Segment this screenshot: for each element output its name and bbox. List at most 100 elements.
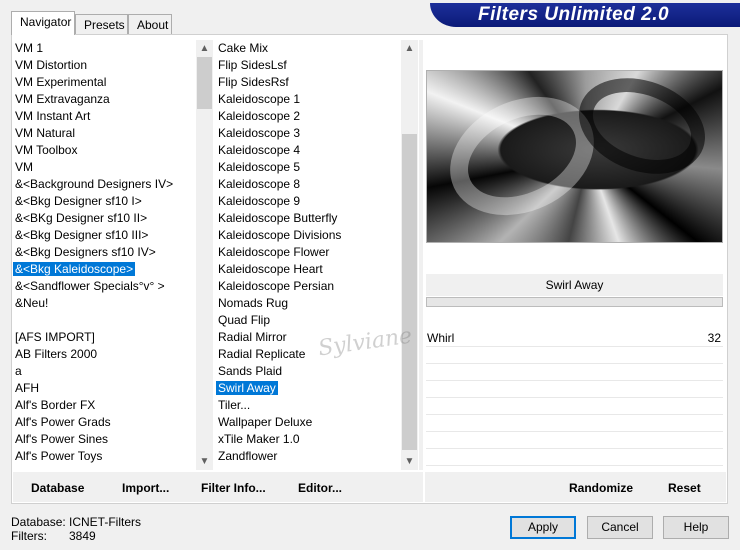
list-item-label: Kaleidoscope 8 bbox=[218, 177, 301, 191]
preview-swirl bbox=[565, 61, 719, 191]
category-list-item[interactable]: Alf's Power Sines bbox=[13, 431, 110, 448]
list-item-label: &Neu! bbox=[15, 296, 49, 310]
scroll-thumb[interactable] bbox=[402, 134, 417, 450]
list-item-label: Alf's Power Sines bbox=[15, 432, 108, 446]
filter-list-item[interactable]: Kaleidoscope 5 bbox=[216, 159, 302, 176]
list-item-label: Kaleidoscope 9 bbox=[218, 194, 301, 208]
category-list-item[interactable]: Alf's Power Grads bbox=[13, 414, 113, 431]
category-list-item[interactable]: VM Extravaganza bbox=[13, 91, 112, 108]
scroll-down-icon[interactable]: ▼ bbox=[196, 453, 213, 470]
filter-list-item[interactable]: Kaleidoscope Butterfly bbox=[216, 210, 339, 227]
filter-list-item[interactable]: Kaleidoscope Divisions bbox=[216, 227, 343, 244]
filter-list-item[interactable]: Quad Flip bbox=[216, 312, 272, 329]
list-item-label: &<Bkg Designers sf10 IV> bbox=[15, 245, 156, 259]
category-list-item[interactable] bbox=[13, 312, 17, 329]
filter-list-item[interactable]: Wallpaper Deluxe bbox=[216, 414, 314, 431]
category-list-item[interactable]: Alf's Power Toys bbox=[13, 448, 104, 465]
database-button[interactable]: Database bbox=[31, 480, 84, 496]
category-list-item[interactable]: VM 1 bbox=[13, 40, 45, 57]
filter-list-item[interactable]: Radial Replicate bbox=[216, 346, 307, 363]
list-item-label: Kaleidoscope Flower bbox=[218, 245, 330, 259]
filter-list-item[interactable]: Swirl Away bbox=[216, 380, 279, 397]
category-list-item[interactable]: VM Distortion bbox=[13, 57, 89, 74]
category-list[interactable]: VM 1 VM Distortion VM Experimental VM Extra… bbox=[13, 40, 196, 470]
filter-info-button[interactable]: Filter Info... bbox=[201, 480, 266, 496]
category-list-item[interactable]: &<BKg Designer sf10 II> bbox=[13, 210, 149, 227]
category-list-item[interactable]: &<Background Designers IV> bbox=[13, 176, 175, 193]
database-label: Database: bbox=[11, 515, 66, 529]
apply-button[interactable]: Apply bbox=[510, 516, 576, 539]
filter-list-item[interactable]: Kaleidoscope Flower bbox=[216, 244, 331, 261]
category-scrollbar[interactable]: ▲ ▼ bbox=[196, 40, 213, 470]
category-list-item[interactable]: AFH bbox=[13, 380, 41, 397]
category-list-item[interactable]: &<Sandflower Specials°v° > bbox=[13, 278, 167, 295]
category-list-item[interactable]: a bbox=[13, 363, 24, 380]
filter-list-item[interactable]: Tiler... bbox=[216, 397, 252, 414]
filter-list-item[interactable]: Flip SidesRsf bbox=[216, 74, 291, 91]
filter-list-item[interactable]: Radial Mirror bbox=[216, 329, 289, 346]
filter-list-item[interactable]: Zandflower bbox=[216, 448, 279, 465]
tab-presets[interactable]: Presets bbox=[75, 14, 128, 34]
category-list-item[interactable]: VM Instant Art bbox=[13, 108, 92, 125]
editor-button[interactable]: Editor... bbox=[298, 480, 342, 496]
category-list-item[interactable]: &<Bkg Designers sf10 IV> bbox=[13, 244, 158, 261]
filter-list-item[interactable]: Kaleidoscope Heart bbox=[216, 261, 325, 278]
parameter-value[interactable]: 32 bbox=[708, 330, 721, 346]
filter-list-item[interactable]: Cake Mix bbox=[216, 40, 270, 57]
scroll-up-icon[interactable]: ▲ bbox=[196, 40, 213, 57]
list-item-label: Nomads Rug bbox=[218, 296, 289, 310]
filter-list-item[interactable]: Kaleidoscope 2 bbox=[216, 108, 302, 125]
category-list-item[interactable]: &<Bkg Kaleidoscope> bbox=[13, 261, 137, 278]
filter-list-item[interactable]: Kaleidoscope 1 bbox=[216, 91, 302, 108]
list-item-label: VM Extravaganza bbox=[15, 92, 110, 106]
scroll-up-icon[interactable]: ▲ bbox=[401, 40, 418, 57]
category-list-item[interactable]: AB Filters 2000 bbox=[13, 346, 99, 363]
app-title-banner: Filters Unlimited 2.0 bbox=[430, 3, 740, 27]
list-item-label: VM 1 bbox=[15, 41, 44, 55]
filter-list-item[interactable]: Flip SidesLsf bbox=[216, 57, 289, 74]
filter-list-item[interactable]: Kaleidoscope Persian bbox=[216, 278, 336, 295]
parameter-row-empty bbox=[426, 364, 723, 381]
list-item-label: Radial Replicate bbox=[218, 347, 306, 361]
category-list-item[interactable]: VM Natural bbox=[13, 125, 77, 142]
filter-list-item[interactable]: xTile Maker 1.0 bbox=[216, 431, 302, 448]
list-item-label: Kaleidoscope 5 bbox=[218, 160, 301, 174]
category-list-item[interactable]: Alf's Border FX bbox=[13, 397, 97, 414]
category-list-item[interactable]: VM Experimental bbox=[13, 74, 108, 91]
category-list-item[interactable]: &Neu! bbox=[13, 295, 50, 312]
import-button[interactable]: Import... bbox=[122, 480, 169, 496]
list-item-label: xTile Maker 1.0 bbox=[218, 432, 300, 446]
filters-count-value: 3849 bbox=[69, 529, 96, 543]
tab-about[interactable]: About bbox=[128, 14, 172, 34]
tab-navigator[interactable]: Navigator bbox=[11, 11, 75, 35]
list-item-label: VM Toolbox bbox=[15, 143, 78, 157]
filter-list-item[interactable]: Kaleidoscope 3 bbox=[216, 125, 302, 142]
filter-list-item[interactable]: Kaleidoscope 8 bbox=[216, 176, 302, 193]
scroll-down-icon[interactable]: ▼ bbox=[401, 453, 418, 470]
parameter-row-whirl[interactable]: Whirl 32 bbox=[426, 330, 723, 347]
randomize-button[interactable]: Randomize bbox=[569, 480, 633, 496]
list-item-label: [AFS IMPORT] bbox=[15, 330, 95, 344]
scroll-thumb[interactable] bbox=[197, 57, 212, 109]
category-list-item[interactable]: [AFS IMPORT] bbox=[13, 329, 97, 346]
database-value: ICNET-Filters bbox=[69, 515, 141, 529]
list-item-label: VM Experimental bbox=[15, 75, 107, 89]
filter-list-item[interactable]: Sands Plaid bbox=[216, 363, 284, 380]
filter-list-item[interactable]: Nomads Rug bbox=[216, 295, 290, 312]
filter-list-item[interactable]: Kaleidoscope 9 bbox=[216, 193, 302, 210]
reset-button[interactable]: Reset bbox=[668, 480, 701, 496]
filter-scrollbar[interactable]: ▲ ▼ bbox=[401, 40, 418, 470]
list-item-label: &<Bkg Designer sf10 I> bbox=[15, 194, 142, 208]
cancel-button[interactable]: Cancel bbox=[587, 516, 653, 539]
help-button[interactable]: Help bbox=[663, 516, 729, 539]
category-list-item[interactable]: &<Bkg Designer sf10 I> bbox=[13, 193, 144, 210]
filter-list-item[interactable]: Kaleidoscope 4 bbox=[216, 142, 302, 159]
category-list-item[interactable]: VM Toolbox bbox=[13, 142, 79, 159]
category-list-item[interactable]: VM bbox=[13, 159, 35, 176]
filter-list[interactable]: Cake Mix Flip SidesLsf Flip SidesRsf Kaleid… bbox=[216, 40, 401, 470]
list-item-label: Kaleidoscope Heart bbox=[218, 262, 323, 276]
parameter-row-empty bbox=[426, 449, 723, 466]
list-item-label: VM bbox=[15, 160, 33, 174]
filters-count-label: Filters: bbox=[11, 529, 47, 543]
category-list-item[interactable]: &<Bkg Designer sf10 III> bbox=[13, 227, 150, 244]
